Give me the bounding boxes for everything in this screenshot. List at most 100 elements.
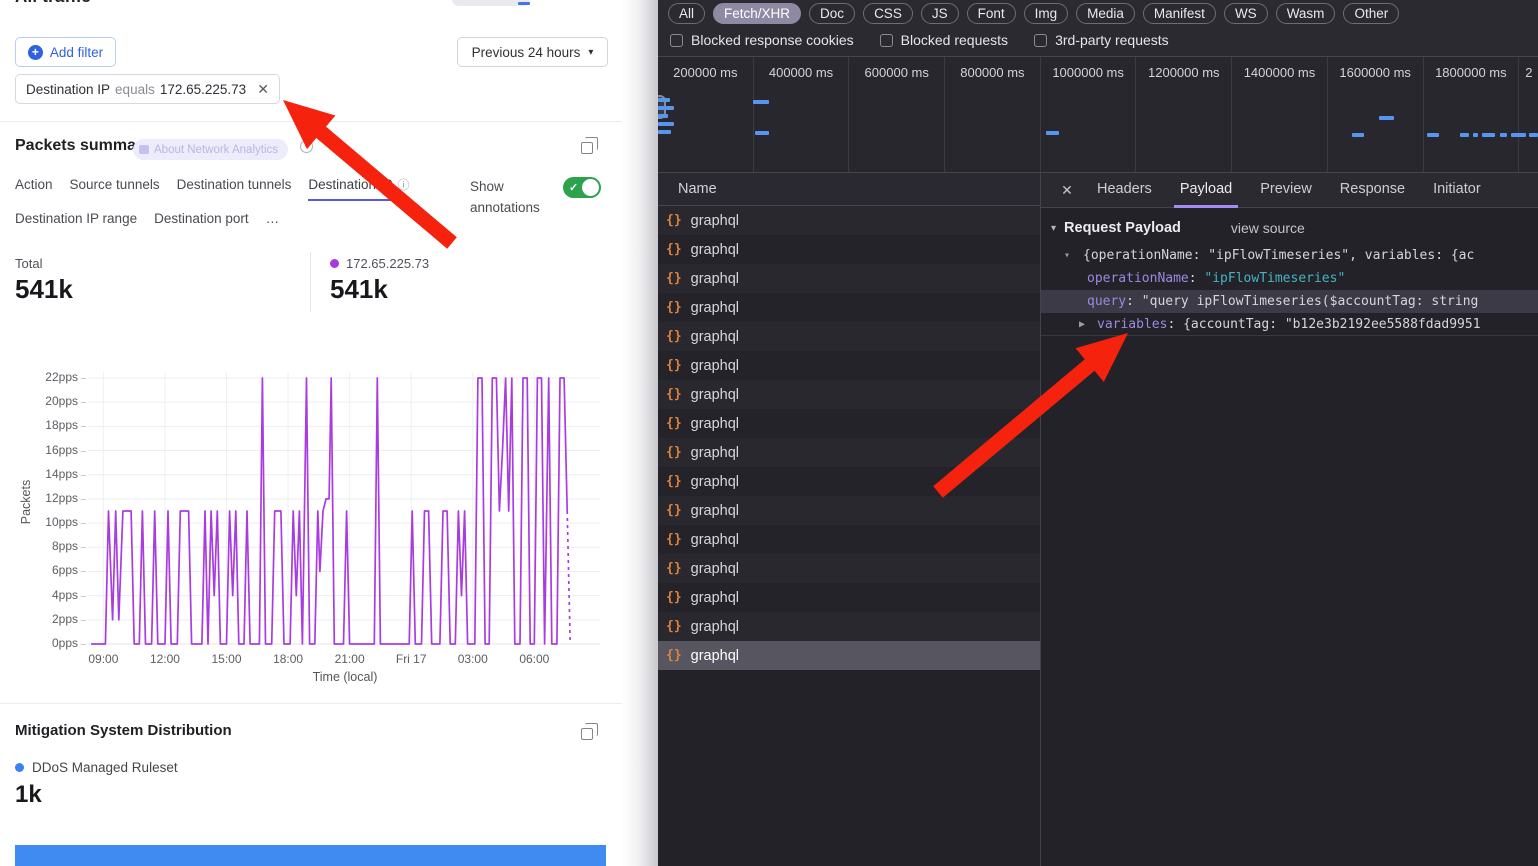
request-name: graphql [691, 387, 739, 403]
request-row[interactable]: {}graphql [658, 206, 1040, 235]
timeline-request-mark [658, 114, 668, 118]
request-row[interactable]: {}graphql [658, 438, 1040, 467]
x-axis-title: Time (local) [240, 670, 450, 684]
about-network-analytics-badge[interactable]: About Network Analytics [133, 139, 288, 160]
filter-pill-css[interactable]: CSS [863, 3, 913, 24]
payload-line[interactable]: operationName: "ipFlowTimeseries" [1041, 267, 1538, 290]
checkbox-blocked-requests[interactable]: Blocked requests [880, 32, 1008, 48]
request-row[interactable]: {}graphql [658, 293, 1040, 322]
filter-pill-other[interactable]: Other [1343, 3, 1399, 24]
remove-filter-icon[interactable]: ✕ [257, 81, 269, 98]
request-row[interactable]: {}graphql [658, 351, 1040, 380]
payload-segment-plain: : [1126, 294, 1142, 309]
json-braces-icon: {} [666, 648, 682, 663]
filter-chip[interactable]: Destination IP equals 172.65.225.73 ✕ [15, 74, 280, 104]
stat-total-value: 541k [15, 274, 73, 305]
detail-tab-preview[interactable]: Preview [1246, 173, 1326, 208]
request-row[interactable]: {}graphql [658, 467, 1040, 496]
checkbox-label: Blocked response cookies [691, 32, 854, 48]
request-row[interactable]: {}graphql [658, 496, 1040, 525]
time-range-label: Previous 24 hours [472, 45, 581, 60]
tab-[interactable]: … [266, 211, 280, 232]
y-tick-label: 6pps [26, 563, 78, 577]
network-overview-timeline[interactable]: 200000 ms400000 ms600000 ms800000 ms1000… [658, 57, 1538, 173]
filter-pill-js[interactable]: JS [921, 3, 959, 24]
section-caret-icon[interactable]: ▾ [1051, 223, 1056, 234]
window-gap [622, 0, 658, 866]
expand-card-icon[interactable] [581, 728, 593, 740]
expander-open-icon[interactable]: ▾ [1064, 244, 1070, 267]
summary-tabs-row2: Destination IP range Destination port … [15, 211, 279, 232]
devtools-panel: All Fetch/XHR Doc CSS JS Font Img Media Manifest… [658, 0, 1538, 866]
detail-tab-response[interactable]: Response [1326, 173, 1419, 208]
filter-pill-fetch-xhr[interactable]: Fetch/XHR [713, 3, 801, 24]
payload-text: query: "query ipFlowTimeseries($accountT… [1041, 290, 1478, 313]
request-row[interactable]: {}graphql [658, 525, 1040, 554]
window-artifact-icon [518, 2, 530, 5]
payload-line[interactable]: ▾{operationName: "ipFlowTimeseries", var… [1041, 244, 1538, 267]
tab-source-tunnels[interactable]: Source tunnels [70, 176, 160, 199]
request-name: graphql [691, 329, 739, 345]
payload-line[interactable]: query: "query ipFlowTimeseries($accountT… [1041, 290, 1538, 313]
filter-field: Destination IP [26, 82, 110, 97]
timeline-label: 1400000 ms [1232, 57, 1328, 173]
request-row[interactable]: {}graphql [658, 380, 1040, 409]
tab-destination-ip-range[interactable]: Destination IP range [15, 211, 137, 232]
filter-pill-ws[interactable]: WS [1224, 3, 1268, 24]
y-tick-mark [81, 402, 86, 403]
stat-series: 172.65.225.73 541k [330, 256, 429, 305]
checkbox-3rd-party-requests[interactable]: 3rd-party requests [1034, 32, 1169, 48]
tab-destination-tunnels[interactable]: Destination tunnels [177, 176, 292, 199]
request-payload-header: ▾ Request Payload view source [1041, 208, 1538, 244]
expander-closed-icon[interactable]: ▶ [1079, 313, 1085, 336]
request-name: graphql [691, 445, 739, 461]
filter-pill-media[interactable]: Media [1076, 3, 1135, 24]
expand-card-icon[interactable] [581, 142, 593, 154]
request-row[interactable]: {}graphql [658, 583, 1040, 612]
add-filter-button[interactable]: + Add filter [15, 37, 116, 67]
request-row[interactable]: {}graphql [658, 641, 1040, 670]
request-row[interactable]: {}graphql [658, 235, 1040, 264]
tab-label: Destination port [154, 211, 249, 226]
request-name: graphql [691, 503, 739, 519]
tab-destination-ip[interactable]: Destination IPⓘ [308, 176, 409, 199]
detail-tab-payload[interactable]: Payload [1166, 173, 1246, 208]
filter-pill-all[interactable]: All [668, 3, 705, 24]
y-tick-mark [81, 547, 86, 548]
payload-segment-plain: : [1189, 271, 1205, 286]
view-source-link[interactable]: view source [1231, 220, 1305, 236]
tab-label: Source tunnels [70, 177, 160, 192]
tab-destination-port[interactable]: Destination port [154, 211, 249, 232]
filter-pill-font[interactable]: Font [967, 3, 1016, 24]
request-row[interactable]: {}graphql [658, 612, 1040, 641]
show-annotations-toggle[interactable]: ✓ [563, 177, 601, 198]
tab-action[interactable]: Action [15, 176, 53, 199]
filter-pill-wasm[interactable]: Wasm [1276, 3, 1336, 24]
stat-total: Total 541k [15, 256, 73, 305]
x-tick-03-00: 03:00 [458, 652, 488, 666]
about-badge-label: About Network Analytics [154, 144, 278, 156]
filter-pill-doc[interactable]: Doc [809, 3, 855, 24]
timeline-request-mark [753, 100, 769, 104]
checkbox-blocked-response-cookies[interactable]: Blocked response cookies [670, 32, 854, 48]
timeline-request-mark [1427, 133, 1439, 137]
payload-line[interactable]: ▶variables: {accountTag: "b12e3b2192ee55… [1041, 313, 1538, 336]
y-tick-label: 14pps [26, 467, 78, 481]
request-row[interactable]: {}graphql [658, 409, 1040, 438]
detail-tab-initiator[interactable]: Initiator [1419, 173, 1495, 208]
filter-pill-img[interactable]: Img [1024, 3, 1069, 24]
request-row[interactable]: {}graphql [658, 264, 1040, 293]
filter-pill-manifest[interactable]: Manifest [1143, 3, 1216, 24]
detail-tab-headers[interactable]: Headers [1083, 173, 1166, 208]
request-row[interactable]: {}graphql [658, 554, 1040, 583]
chevron-down-icon: ▾ [588, 47, 593, 58]
y-tick-mark [81, 475, 86, 476]
close-icon[interactable]: ✕ [1051, 182, 1083, 199]
y-tick-mark [81, 644, 86, 645]
request-row[interactable]: {}graphql [658, 322, 1040, 351]
json-braces-icon: {} [666, 358, 682, 373]
name-column-header[interactable]: Name [658, 173, 1040, 206]
time-range-dropdown[interactable]: Previous 24 hours ▾ [457, 37, 608, 67]
timeline-request-mark [1352, 133, 1364, 137]
screen: All traffic + Add filter Previous 24 hou… [0, 0, 1538, 866]
